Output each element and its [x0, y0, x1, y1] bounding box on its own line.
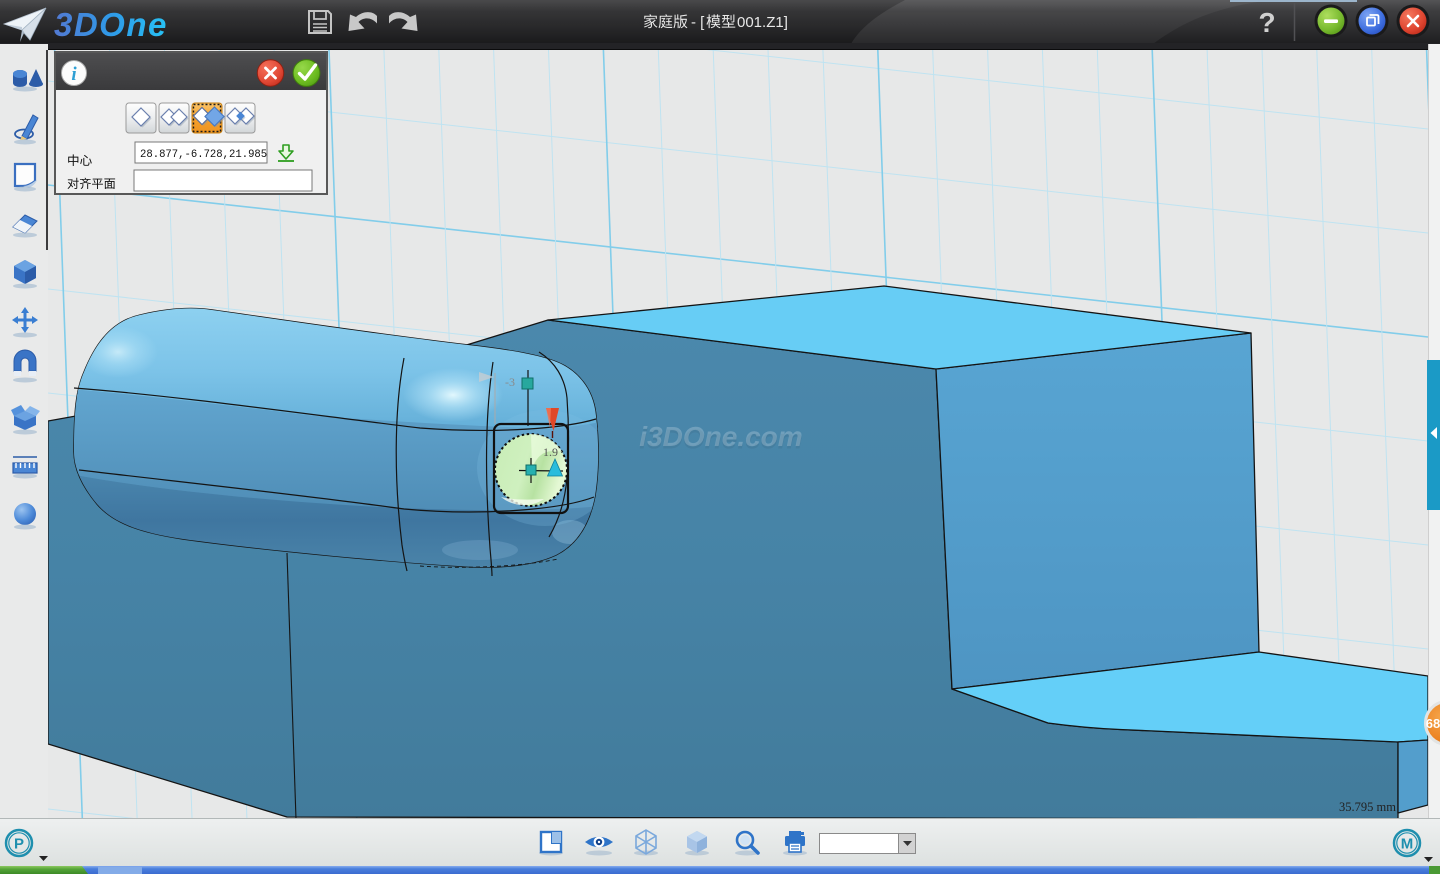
svg-text:- [: - [	[691, 14, 705, 31]
svg-text:001.Z1]: 001.Z1]	[737, 14, 788, 31]
svg-text:P: P	[14, 836, 24, 853]
svg-text:-3: -3	[505, 375, 515, 389]
svg-text:35.795 mm: 35.795 mm	[1339, 800, 1396, 814]
svg-text:?: ?	[1258, 7, 1275, 38]
svg-text:i3DOne.com: i3DOne.com	[639, 421, 802, 452]
svg-text:28.877,-6.728,21.985: 28.877,-6.728,21.985	[140, 149, 267, 161]
svg-text:M: M	[1401, 836, 1414, 853]
svg-text:3DOne: 3DOne	[54, 6, 168, 43]
svg-text:1.9: 1.9	[543, 445, 558, 459]
